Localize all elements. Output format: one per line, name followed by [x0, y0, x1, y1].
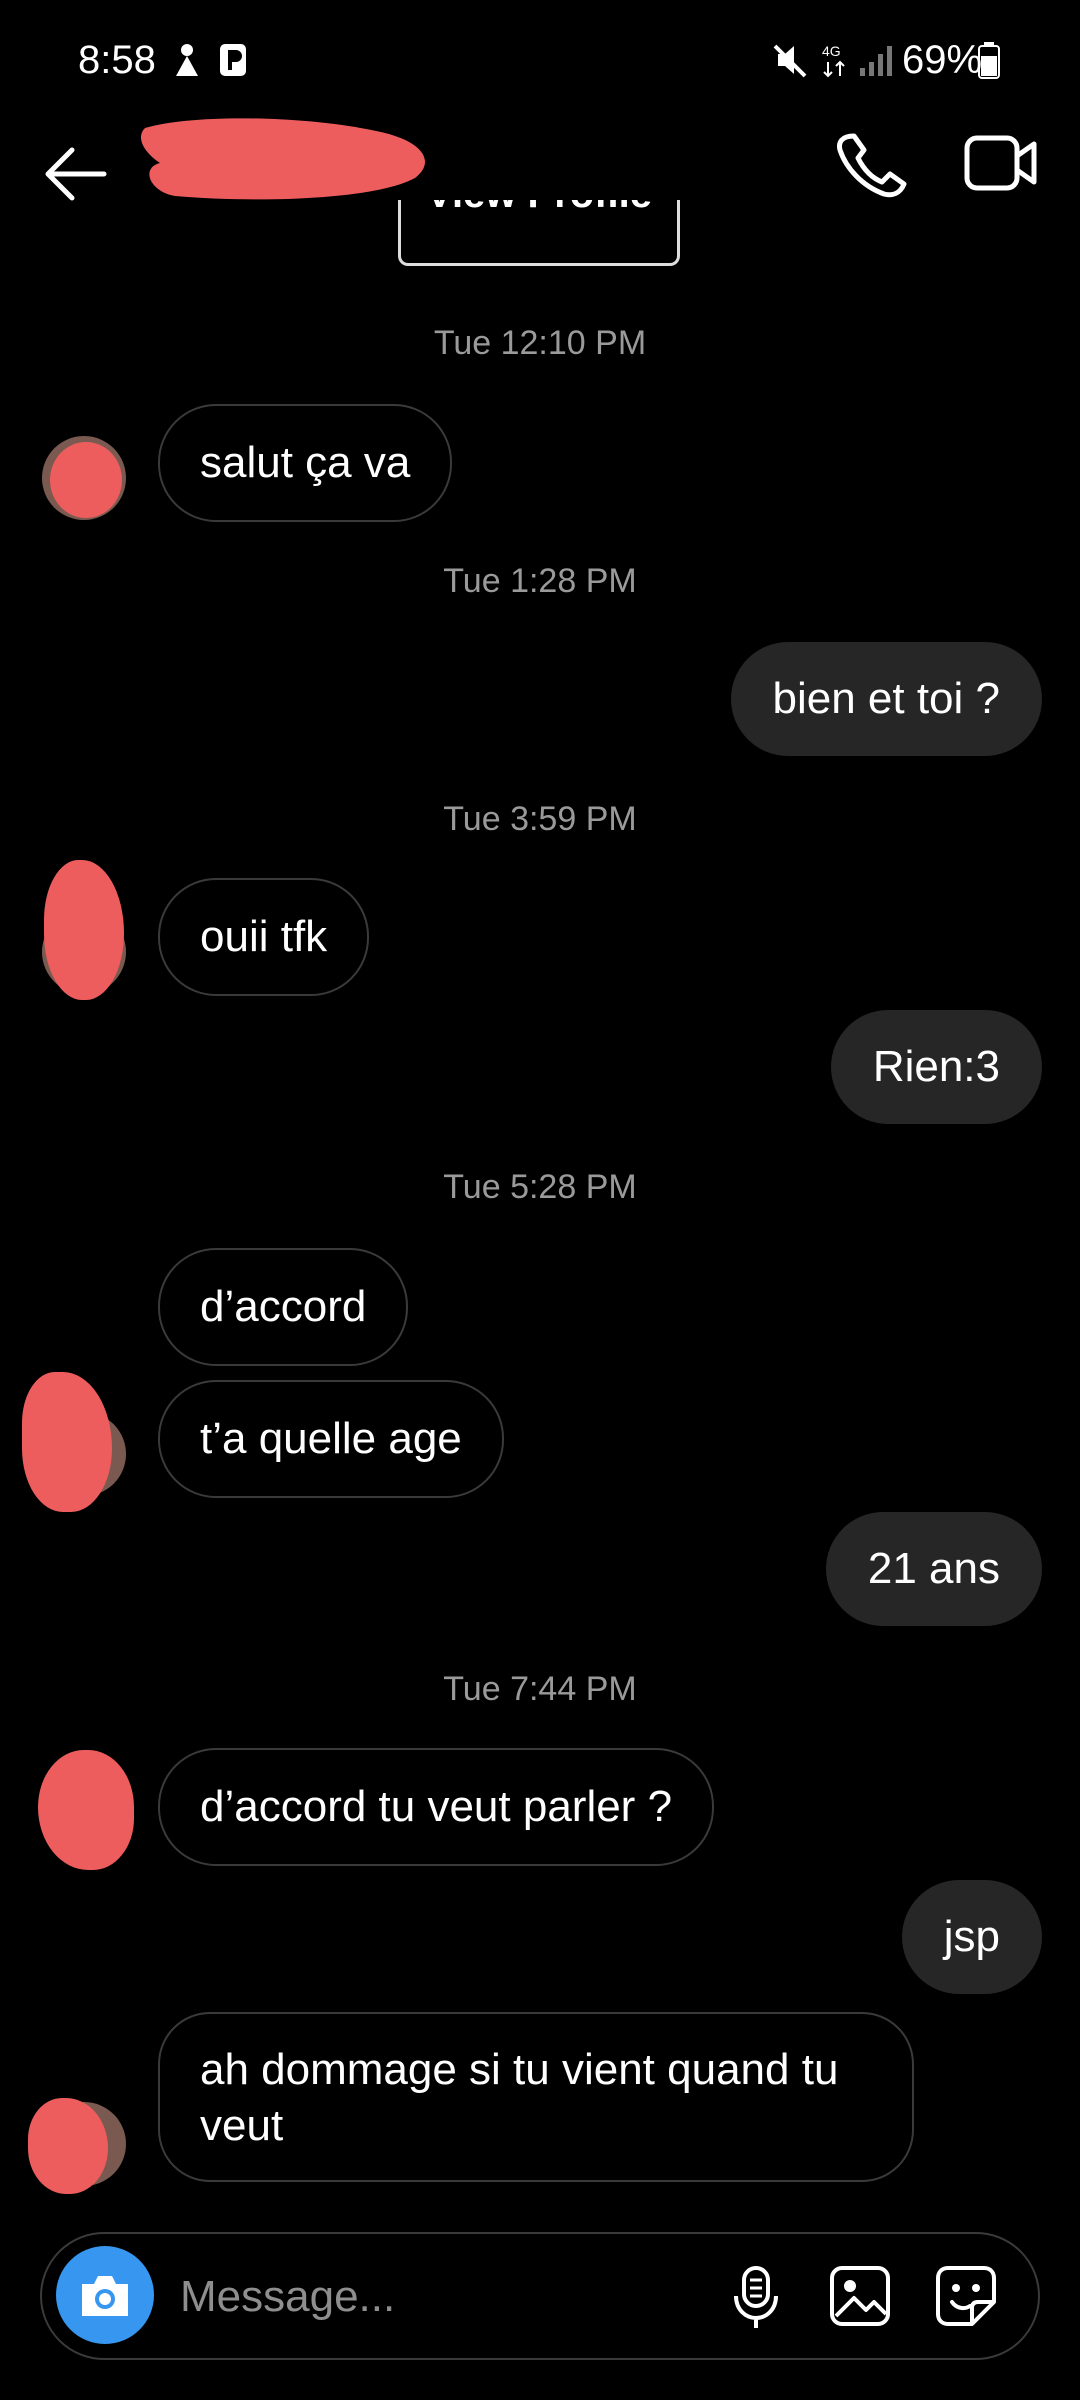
notification-icon	[176, 44, 198, 76]
signal-icon	[860, 46, 892, 76]
battery-percent: 69%	[902, 38, 983, 82]
camera-button[interactable]	[56, 2246, 154, 2344]
status-bar: 8:58 4G 69%	[0, 0, 1080, 120]
message-outgoing[interactable]: Rien:3	[830, 1010, 1042, 1124]
contact-name-redacted[interactable]	[135, 108, 435, 203]
app-notification-icon	[220, 44, 246, 76]
avatar[interactable]	[42, 436, 126, 520]
message-incoming[interactable]: d’accord	[158, 1248, 409, 1366]
timestamp: Tue 1:28 PM	[443, 562, 637, 600]
avatar[interactable]	[22, 1372, 126, 1512]
message-incoming[interactable]: d’accord tu veut parler ?	[158, 1748, 715, 1866]
phone-icon[interactable]	[832, 128, 910, 198]
message-incoming[interactable]: salut ça va	[158, 404, 453, 522]
message-outgoing[interactable]: 21 ans	[825, 1512, 1042, 1626]
avatar[interactable]	[42, 860, 126, 1000]
message-input[interactable]	[178, 2258, 742, 2336]
microphone-icon[interactable]	[730, 2264, 782, 2332]
timestamp: Tue 7:44 PM	[443, 1670, 637, 1708]
avatar[interactable]	[38, 1750, 134, 1870]
view-profile-button[interactable]: View Profile	[398, 200, 680, 266]
mute-icon	[773, 44, 807, 78]
message-outgoing[interactable]: jsp	[901, 1880, 1042, 1994]
message-outgoing[interactable]: bien et toi ?	[730, 642, 1042, 756]
sticker-icon[interactable]	[934, 2264, 998, 2328]
image-icon[interactable]	[828, 2264, 892, 2328]
camera-icon	[82, 2276, 128, 2316]
svg-text:4G: 4G	[822, 43, 841, 59]
timestamp: Tue 3:59 PM	[443, 800, 637, 838]
avatar[interactable]	[28, 2098, 126, 2194]
network-4g-icon: 4G	[822, 43, 845, 78]
battery-icon	[978, 42, 1000, 79]
status-time: 8:58	[78, 38, 156, 82]
timestamp: Tue 5:28 PM	[443, 1168, 637, 1206]
video-camera-icon[interactable]	[962, 128, 1040, 198]
message-composer	[40, 2232, 1040, 2360]
message-incoming[interactable]: ah dommage si tu vient quand tu veut	[158, 2012, 914, 2182]
view-profile-label: View Profile	[401, 200, 677, 217]
message-incoming[interactable]: ouii tfk	[158, 878, 370, 996]
timestamp: Tue 12:10 PM	[433, 324, 647, 362]
back-arrow-icon[interactable]	[40, 144, 110, 204]
message-incoming[interactable]: t’a quelle age	[158, 1380, 504, 1498]
